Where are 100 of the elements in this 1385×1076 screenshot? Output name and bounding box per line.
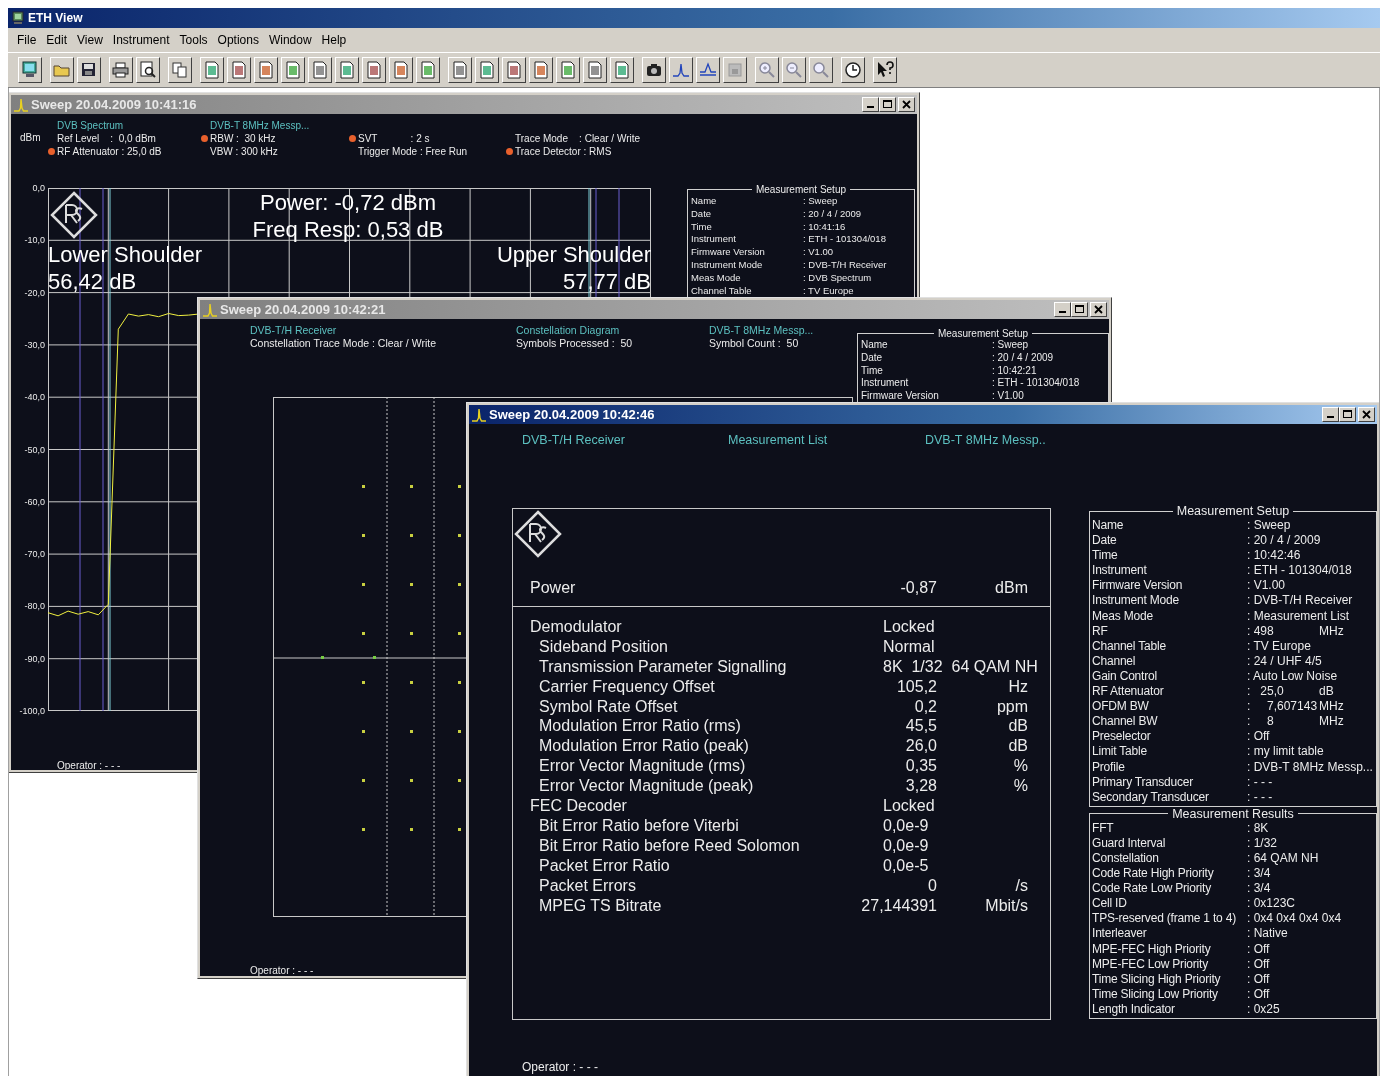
menu-item[interactable]: View: [72, 31, 108, 49]
setup-value: : - - -: [1247, 774, 1273, 790]
document-icon[interactable]: [610, 57, 634, 83]
zoom-icon[interactable]: [809, 57, 833, 83]
print-icon[interactable]: [109, 57, 133, 83]
setup-value: : 10:42:46: [1247, 548, 1301, 564]
document-icon[interactable]: [448, 57, 472, 83]
maximize-button[interactable]: [1339, 407, 1356, 422]
setup-value: : 64 QAM NH: [1247, 850, 1319, 867]
minimize-button[interactable]: [1322, 407, 1339, 422]
setup-label: Gain Control: [1092, 668, 1158, 685]
stop-icon[interactable]: [723, 57, 747, 83]
setup-value: : Off: [1247, 729, 1270, 745]
panel-title: Measurement Results: [1171, 806, 1295, 821]
document-icon[interactable]: [362, 57, 386, 83]
setup-label: Channel Table: [1092, 638, 1167, 654]
zoom-in-icon[interactable]: [755, 57, 779, 83]
setup-value: : 8K: [1247, 820, 1269, 836]
maximize-icon[interactable]: [1343, 410, 1352, 419]
maximize-button[interactable]: [1071, 302, 1088, 317]
setup-label: Code Rate High Priority: [1092, 866, 1215, 882]
measurement-label: Symbol Rate Offset: [538, 696, 679, 717]
menu-item[interactable]: Edit: [41, 31, 73, 49]
close-button[interactable]: [1358, 407, 1375, 422]
document-icon[interactable]: [475, 57, 499, 83]
document-icon[interactable]: [335, 57, 359, 83]
spectrum-icon[interactable]: [669, 57, 693, 83]
document-icon[interactable]: [416, 57, 440, 83]
save-icon[interactable]: [77, 57, 101, 83]
setup-label: Preselector: [1092, 729, 1152, 745]
setting-label: DVB-T 8MHz Messp..: [925, 433, 1046, 448]
monitor-icon[interactable]: [18, 57, 42, 83]
setup-label: Secondary Transducer: [1092, 789, 1210, 805]
setup-value: : V1.00: [1247, 578, 1286, 594]
menu-item[interactable]: Help: [316, 31, 352, 49]
document-icon[interactable]: [389, 57, 413, 83]
setup-value: : V1.00: [992, 390, 1024, 403]
close-icon[interactable]: [902, 100, 911, 109]
camera-icon[interactable]: [642, 57, 666, 83]
setup-value: : V1.00: [803, 246, 834, 259]
folder-icon[interactable]: [50, 57, 74, 83]
document-icon[interactable]: [200, 57, 224, 83]
axis-label: -100,0: [19, 705, 45, 717]
spectrum-icon[interactable]: [696, 57, 720, 83]
menu-item[interactable]: Instrument: [107, 31, 175, 49]
measurement-unit: ppm: [995, 696, 1028, 717]
minimize-button[interactable]: [1054, 302, 1071, 317]
close-button[interactable]: [898, 97, 915, 112]
zoom-out-icon[interactable]: [782, 57, 806, 83]
document-icon[interactable]: [281, 57, 305, 83]
setup-value: : Off: [1247, 956, 1270, 972]
measurement-value: 27,144391: [861, 895, 937, 916]
menu-item[interactable]: Options: [212, 31, 264, 49]
copy-icon[interactable]: [168, 57, 192, 83]
operator-label: Operator : - - -: [522, 1060, 598, 1074]
document-icon[interactable]: [556, 57, 580, 83]
close-button[interactable]: [1090, 302, 1107, 317]
menu-item[interactable]: Window: [263, 31, 317, 49]
document-icon[interactable]: [308, 57, 332, 83]
help-icon[interactable]: [873, 57, 897, 83]
menu-item[interactable]: Tools: [174, 31, 213, 49]
maximize-icon[interactable]: [883, 100, 892, 109]
setup-label: Name: [1092, 518, 1125, 534]
measurement-value: 45,5: [904, 716, 937, 737]
document-icon[interactable]: [254, 57, 278, 83]
measurement-value: 26,0: [904, 736, 937, 757]
setup-value: : TV Europe: [803, 284, 854, 298]
setup-value: : 25,0: [1247, 684, 1285, 700]
setup-value: : 0x4 0x4 0x4 0x4: [1247, 911, 1342, 927]
setup-value: : Native: [1247, 926, 1288, 942]
document-icon[interactable]: [583, 57, 607, 83]
panel-title: Measurement Setup: [1175, 504, 1291, 518]
measurement-label: Modulation Error Ratio (peak): [538, 736, 750, 757]
setup-label: Channel Table: [691, 284, 753, 298]
setup-unit: MHz: [1319, 714, 1344, 730]
setup-label: Time: [691, 220, 713, 234]
menu-item[interactable]: File: [12, 31, 42, 49]
document-icon[interactable]: [502, 57, 526, 83]
measurement-label: Packet Error Ratio: [538, 855, 671, 876]
maximize-button[interactable]: [879, 97, 896, 112]
peak-icon: [13, 97, 29, 112]
operator-label: Operator : - - -: [250, 965, 314, 976]
clock-icon[interactable]: [841, 57, 865, 83]
close-icon[interactable]: [1362, 410, 1371, 419]
setting-label: DVB Spectrum: [57, 119, 125, 132]
setup-label: Instrument: [691, 233, 737, 247]
close-icon[interactable]: [1094, 305, 1103, 314]
setting-label: Constellation Diagram: [516, 324, 621, 337]
setup-label: Constellation: [1092, 850, 1160, 867]
setup-value: : 10:42:21: [992, 364, 1037, 378]
axis-label: -80,0: [24, 600, 45, 613]
print-preview-icon[interactable]: [136, 57, 160, 83]
maximize-icon[interactable]: [1075, 305, 1084, 314]
document-icon[interactable]: [529, 57, 553, 83]
minimize-button[interactable]: [862, 97, 879, 112]
setup-label: Time Slicing Low Priority: [1092, 986, 1219, 1002]
setup-value: : 20 / 4 / 2009: [992, 351, 1054, 365]
setting-text: Trace Detector : RMS: [515, 145, 612, 158]
window-title: Sweep 20.04.2009 10:42:46: [489, 407, 655, 422]
document-icon[interactable]: [227, 57, 251, 83]
